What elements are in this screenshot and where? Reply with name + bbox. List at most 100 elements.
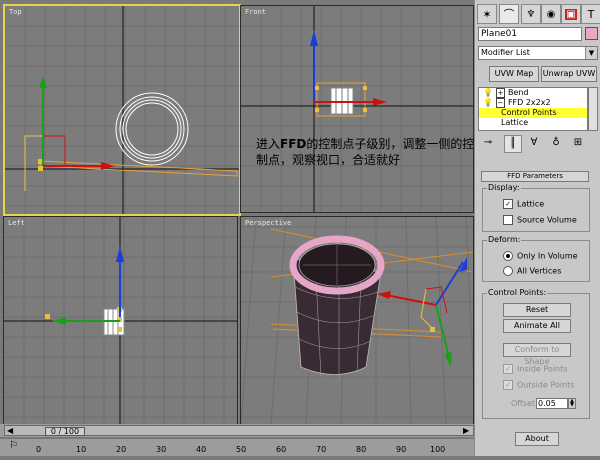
modifier-list-dropdown[interactable]: Modifier List ▼ — [478, 46, 598, 60]
modifier-stack[interactable]: 💡 + Bend 💡 − FFD 2x2x2 Control Points La… — [478, 87, 588, 131]
tick-label: 20 — [116, 445, 127, 454]
tick-label: 80 — [356, 445, 367, 454]
tab-utilities[interactable]: T — [581, 4, 600, 24]
viewport-label-perspective[interactable]: Perspective — [245, 219, 291, 227]
collapse-icon[interactable]: − — [495, 98, 506, 108]
chevron-down-icon: ▼ — [585, 47, 597, 59]
tick-label: 70 — [316, 445, 327, 454]
stack-item-label: Bend — [507, 88, 529, 97]
outside-points-checkbox[interactable]: ✓ Outside Points — [503, 380, 574, 391]
tick-label: 90 — [396, 445, 407, 454]
object-name-field[interactable]: Plane01 — [478, 27, 582, 41]
tick-label: 30 — [156, 445, 167, 454]
viewport-top[interactable]: Top — [3, 4, 241, 216]
ffd-parameters-rollout[interactable]: FFD Parameters — [481, 171, 589, 182]
tick-label: 100 — [430, 445, 446, 454]
command-panel-tabs: ✶ ⌒ ♆ ◉ ▣ T — [477, 2, 600, 24]
time-slider-track[interactable]: 0 / 100 ◀ ▶ — [4, 425, 474, 436]
viewport-perspective-canvas — [241, 217, 473, 425]
all-vertices-label: All Vertices — [517, 266, 562, 276]
modify-icon: ⌒ — [503, 8, 515, 21]
stack-item-bend[interactable]: 💡 + Bend — [479, 88, 587, 98]
timeline-bar: 0 / 100 ◀ ▶ ⚐ 0 10 20 30 40 50 60 70 80 … — [0, 424, 474, 456]
display-group: Display: ✓ Lattice Source Volume — [482, 183, 590, 232]
remove-modifier-icon[interactable]: ♁ — [548, 135, 564, 151]
checkbox-checked-icon: ✓ — [503, 364, 513, 374]
stack-item-ffd[interactable]: 💡 − FFD 2x2x2 — [479, 98, 587, 108]
stack-subitem-control-points[interactable]: Control Points — [479, 108, 587, 118]
animate-all-button[interactable]: Animate All — [503, 319, 571, 333]
only-in-volume-label: Only In Volume — [517, 251, 578, 261]
tab-create[interactable]: ✶ — [477, 4, 497, 24]
create-icon: ✶ — [482, 7, 492, 21]
offset-input[interactable]: 0.05 — [536, 398, 568, 409]
tab-motion[interactable]: ◉ — [541, 4, 561, 24]
inside-points-checkbox[interactable]: ✓ Inside Points — [503, 364, 567, 375]
only-in-volume-radio[interactable]: Only In Volume — [503, 251, 578, 262]
show-end-result-icon[interactable]: ║ — [504, 135, 522, 153]
pin-stack-icon[interactable]: ⊸ — [480, 135, 496, 151]
viewport-perspective[interactable]: Perspective — [240, 216, 474, 426]
stack-item-label: Lattice — [501, 118, 529, 127]
checkbox-checked-icon: ✓ — [503, 199, 513, 209]
stack-item-label: FFD 2x2x2 — [507, 98, 551, 107]
display-group-title: Display: — [487, 183, 521, 192]
deform-group-title: Deform: — [487, 235, 522, 244]
make-unique-icon[interactable]: ∀ — [526, 135, 542, 151]
tick-label: 50 — [236, 445, 247, 454]
expand-icon[interactable]: + — [495, 88, 506, 98]
unwrap-uvw-button[interactable]: Unwrap UVW — [541, 66, 597, 82]
bulb-icon[interactable]: 💡 — [483, 88, 493, 97]
about-button[interactable]: About — [515, 432, 559, 446]
viewport-front-canvas — [241, 6, 473, 212]
stack-subitem-lattice[interactable]: Lattice — [479, 118, 587, 128]
stack-item-label: Control Points — [501, 108, 557, 117]
all-vertices-radio[interactable]: All Vertices — [503, 266, 561, 277]
viewport-left[interactable]: Left — [3, 216, 238, 426]
caption-bold: FFD — [280, 137, 307, 151]
viewport-label-left[interactable]: Left — [8, 219, 25, 227]
lattice-label: Lattice — [517, 199, 545, 209]
modifier-list-label: Modifier List — [481, 48, 530, 57]
radio-selected-icon — [503, 251, 513, 261]
tick-label: 40 — [196, 445, 207, 454]
viewport-label-top[interactable]: Top — [9, 8, 22, 16]
lattice-checkbox[interactable]: ✓ Lattice — [503, 199, 544, 210]
source-volume-label: Source Volume — [517, 215, 577, 225]
tick-label: 60 — [276, 445, 287, 454]
bulb-icon[interactable]: 💡 — [483, 98, 493, 107]
display-icon: ▣ — [565, 8, 577, 20]
viewport-top-canvas — [5, 6, 239, 214]
deform-group: Deform: Only In Volume All Vertices — [482, 235, 590, 282]
outside-points-label: Outside Points — [517, 380, 575, 390]
viewport-front[interactable]: Front — [240, 5, 474, 213]
motion-icon: ◉ — [546, 8, 556, 20]
viewport-label-front[interactable]: Front — [245, 8, 266, 16]
object-color-swatch[interactable] — [585, 27, 598, 40]
timeline-ruler[interactable]: ⚐ 0 10 20 30 40 50 60 70 80 90 100 — [0, 437, 474, 456]
configure-sets-icon[interactable]: ⊞ — [570, 135, 586, 151]
tick-label: 10 — [76, 445, 87, 454]
command-panel: ✶ ⌒ ♆ ◉ ▣ T Plane01 Modifier List ▼ UVW … — [474, 0, 600, 456]
conform-to-shape-button[interactable]: Conform to Shape — [503, 343, 571, 366]
uvw-map-button[interactable]: UVW Map — [489, 66, 539, 82]
offset-label: Offset: — [511, 399, 538, 408]
source-volume-checkbox[interactable]: Source Volume — [503, 215, 577, 226]
offset-spinner-icon[interactable]: ▲ ▼ — [568, 398, 576, 409]
stack-toolbar: ⊸ ║ ∀ ♁ ⊞ — [478, 135, 598, 153]
next-frame-arrow-icon[interactable]: ▶ — [463, 426, 469, 435]
reset-button[interactable]: Reset — [503, 303, 571, 317]
checkbox-checked-icon: ✓ — [503, 380, 513, 390]
tab-modify[interactable]: ⌒ — [499, 4, 519, 24]
time-slider-thumb[interactable]: 0 / 100 — [45, 427, 85, 436]
hierarchy-icon: ♆ — [526, 8, 536, 20]
annotation-caption: 进入FFD的控制点子级别，调整一侧的控制点，观察视口，合适就好 — [256, 136, 476, 168]
stack-scrollbar[interactable] — [588, 87, 598, 131]
radio-icon — [503, 266, 513, 276]
caption-before: 进入 — [256, 137, 281, 151]
tick-label: 0 — [36, 445, 42, 454]
tab-hierarchy[interactable]: ♆ — [521, 4, 541, 24]
prev-frame-arrow-icon[interactable]: ◀ — [7, 426, 13, 435]
keyframe-icon[interactable]: ⚐ — [9, 440, 18, 451]
tab-display[interactable]: ▣ — [561, 4, 581, 24]
